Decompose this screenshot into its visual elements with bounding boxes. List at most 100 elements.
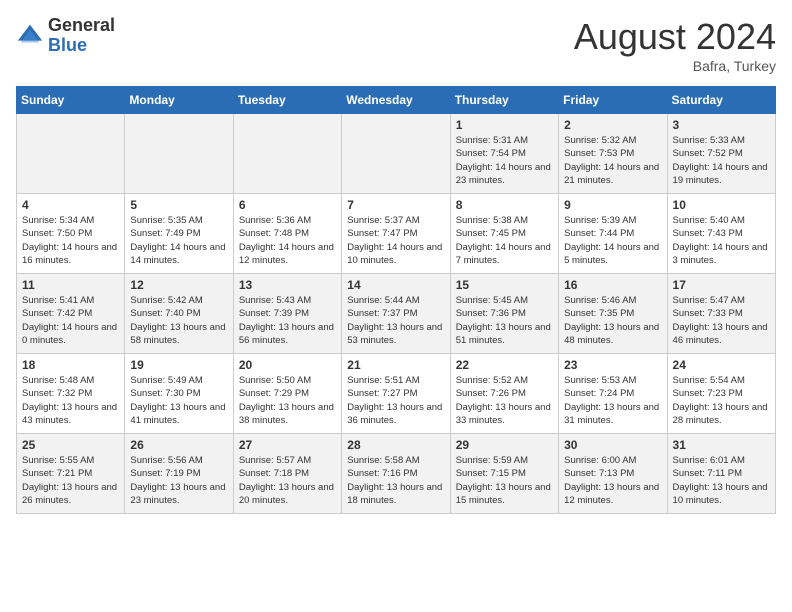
weekday-header-tuesday: Tuesday xyxy=(233,87,341,114)
day-number: 17 xyxy=(673,278,770,292)
logo-blue: Blue xyxy=(48,36,115,56)
calendar-cell: 13Sunrise: 5:43 AMSunset: 7:39 PMDayligh… xyxy=(233,274,341,354)
day-info: Sunrise: 5:58 AMSunset: 7:16 PMDaylight:… xyxy=(347,454,444,507)
week-row-3: 11 Sunrise: 5:41 AMSunset: 7:42 PMDayligh… xyxy=(17,274,776,354)
calendar-cell: 16Sunrise: 5:46 AMSunset: 7:35 PMDayligh… xyxy=(559,274,667,354)
week-row-2: 4 Sunrise: 5:34 AMSunset: 7:50 PMDaylight… xyxy=(17,194,776,274)
day-info: Sunrise: 5:49 AMSunset: 7:30 PMDaylight:… xyxy=(130,374,227,427)
day-number: 15 xyxy=(456,278,553,292)
calendar-cell: 10 Sunrise: 5:40 AMSunset: 7:43 PMDayligh… xyxy=(667,194,775,274)
calendar-cell: 18Sunrise: 5:48 AMSunset: 7:32 PMDayligh… xyxy=(17,354,125,434)
weekday-header-thursday: Thursday xyxy=(450,87,558,114)
day-info: Sunrise: 5:53 AMSunset: 7:24 PMDaylight:… xyxy=(564,374,661,427)
day-number: 28 xyxy=(347,438,444,452)
calendar-cell: 11 Sunrise: 5:41 AMSunset: 7:42 PMDayligh… xyxy=(17,274,125,354)
weekday-header-wednesday: Wednesday xyxy=(342,87,450,114)
day-info: Sunrise: 5:54 AMSunset: 7:23 PMDaylight:… xyxy=(673,374,770,427)
day-number: 4 xyxy=(22,198,119,212)
day-info: Sunrise: 5:39 AMSunset: 7:44 PMDaylight:… xyxy=(564,214,661,267)
day-number: 14 xyxy=(347,278,444,292)
calendar-cell xyxy=(342,114,450,194)
calendar-cell: 27Sunrise: 5:57 AMSunset: 7:18 PMDayligh… xyxy=(233,434,341,514)
calendar-cell: 7 Sunrise: 5:37 AMSunset: 7:47 PMDaylight… xyxy=(342,194,450,274)
day-number: 2 xyxy=(564,118,661,132)
calendar-cell: 29 Sunrise: 5:59 AMSunset: 7:15 PMDayligh… xyxy=(450,434,558,514)
calendar-cell: 6 Sunrise: 5:36 AMSunset: 7:48 PMDaylight… xyxy=(233,194,341,274)
calendar-cell: 2 Sunrise: 5:32 AMSunset: 7:53 PMDaylight… xyxy=(559,114,667,194)
week-row-4: 18Sunrise: 5:48 AMSunset: 7:32 PMDayligh… xyxy=(17,354,776,434)
day-info: Sunrise: 5:34 AMSunset: 7:50 PMDaylight:… xyxy=(22,214,119,267)
day-number: 7 xyxy=(347,198,444,212)
day-info: Sunrise: 5:36 AMSunset: 7:48 PMDaylight:… xyxy=(239,214,336,267)
calendar-cell: 8 Sunrise: 5:38 AMSunset: 7:45 PMDaylight… xyxy=(450,194,558,274)
day-number: 18 xyxy=(22,358,119,372)
calendar-cell: 25 Sunrise: 5:55 AMSunset: 7:21 PMDayligh… xyxy=(17,434,125,514)
calendar-cell: 19Sunrise: 5:49 AMSunset: 7:30 PMDayligh… xyxy=(125,354,233,434)
day-info: Sunrise: 5:31 AMSunset: 7:54 PMDaylight:… xyxy=(456,134,553,187)
title-block: August 2024 Bafra, Turkey xyxy=(574,16,776,74)
calendar-cell: 20 Sunrise: 5:50 AMSunset: 7:29 PMDayligh… xyxy=(233,354,341,434)
day-info: Sunrise: 5:41 AMSunset: 7:42 PMDaylight:… xyxy=(22,294,119,347)
day-number: 5 xyxy=(130,198,227,212)
calendar-cell: 23 Sunrise: 5:53 AMSunset: 7:24 PMDayligh… xyxy=(559,354,667,434)
week-row-1: 1 Sunrise: 5:31 AMSunset: 7:54 PMDaylight… xyxy=(17,114,776,194)
calendar-cell: 1 Sunrise: 5:31 AMSunset: 7:54 PMDaylight… xyxy=(450,114,558,194)
day-number: 23 xyxy=(564,358,661,372)
calendar-cell: 28 Sunrise: 5:58 AMSunset: 7:16 PMDayligh… xyxy=(342,434,450,514)
calendar-cell: 14 Sunrise: 5:44 AMSunset: 7:37 PMDayligh… xyxy=(342,274,450,354)
day-number: 8 xyxy=(456,198,553,212)
day-number: 11 xyxy=(22,278,119,292)
day-info: Sunrise: 5:55 AMSunset: 7:21 PMDaylight:… xyxy=(22,454,119,507)
calendar-cell: 31 Sunrise: 6:01 AMSunset: 7:11 PMDayligh… xyxy=(667,434,775,514)
day-info: Sunrise: 5:44 AMSunset: 7:37 PMDaylight:… xyxy=(347,294,444,347)
day-number: 3 xyxy=(673,118,770,132)
day-info: Sunrise: 5:59 AMSunset: 7:15 PMDaylight:… xyxy=(456,454,553,507)
calendar-cell: 4 Sunrise: 5:34 AMSunset: 7:50 PMDaylight… xyxy=(17,194,125,274)
day-number: 6 xyxy=(239,198,336,212)
day-number: 22 xyxy=(456,358,553,372)
day-info: Sunrise: 5:40 AMSunset: 7:43 PMDaylight:… xyxy=(673,214,770,267)
day-number: 1 xyxy=(456,118,553,132)
day-info: Sunrise: 5:45 AMSunset: 7:36 PMDaylight:… xyxy=(456,294,553,347)
day-number: 29 xyxy=(456,438,553,452)
day-info: Sunrise: 5:52 AMSunset: 7:26 PMDaylight:… xyxy=(456,374,553,427)
day-number: 16 xyxy=(564,278,661,292)
day-info: Sunrise: 5:50 AMSunset: 7:29 PMDaylight:… xyxy=(239,374,336,427)
day-info: Sunrise: 6:01 AMSunset: 7:11 PMDaylight:… xyxy=(673,454,770,507)
day-number: 31 xyxy=(673,438,770,452)
calendar-cell: 3Sunrise: 5:33 AMSunset: 7:52 PMDaylight… xyxy=(667,114,775,194)
location: Bafra, Turkey xyxy=(574,58,776,74)
day-number: 21 xyxy=(347,358,444,372)
day-info: Sunrise: 5:57 AMSunset: 7:18 PMDaylight:… xyxy=(239,454,336,507)
day-number: 10 xyxy=(673,198,770,212)
day-info: Sunrise: 5:43 AMSunset: 7:39 PMDaylight:… xyxy=(239,294,336,347)
day-number: 25 xyxy=(22,438,119,452)
calendar-cell: 9 Sunrise: 5:39 AMSunset: 7:44 PMDaylight… xyxy=(559,194,667,274)
weekday-header-monday: Monday xyxy=(125,87,233,114)
day-number: 26 xyxy=(130,438,227,452)
page-header: General Blue August 2024 Bafra, Turkey xyxy=(16,16,776,74)
weekday-header-friday: Friday xyxy=(559,87,667,114)
logo: General Blue xyxy=(16,16,115,56)
calendar-cell: 17Sunrise: 5:47 AMSunset: 7:33 PMDayligh… xyxy=(667,274,775,354)
logo-text: General Blue xyxy=(48,16,115,56)
day-info: Sunrise: 5:35 AMSunset: 7:49 PMDaylight:… xyxy=(130,214,227,267)
day-info: Sunrise: 5:38 AMSunset: 7:45 PMDaylight:… xyxy=(456,214,553,267)
weekday-header-row: SundayMondayTuesdayWednesdayThursdayFrid… xyxy=(17,87,776,114)
weekday-header-sunday: Sunday xyxy=(17,87,125,114)
day-info: Sunrise: 5:32 AMSunset: 7:53 PMDaylight:… xyxy=(564,134,661,187)
day-info: Sunrise: 5:37 AMSunset: 7:47 PMDaylight:… xyxy=(347,214,444,267)
day-number: 24 xyxy=(673,358,770,372)
calendar-cell: 30Sunrise: 6:00 AMSunset: 7:13 PMDayligh… xyxy=(559,434,667,514)
calendar-cell: 12Sunrise: 5:42 AMSunset: 7:40 PMDayligh… xyxy=(125,274,233,354)
day-number: 12 xyxy=(130,278,227,292)
day-info: Sunrise: 5:51 AMSunset: 7:27 PMDaylight:… xyxy=(347,374,444,427)
week-row-5: 25 Sunrise: 5:55 AMSunset: 7:21 PMDayligh… xyxy=(17,434,776,514)
day-info: Sunrise: 6:00 AMSunset: 7:13 PMDaylight:… xyxy=(564,454,661,507)
calendar-cell: 15 Sunrise: 5:45 AMSunset: 7:36 PMDayligh… xyxy=(450,274,558,354)
calendar-cell xyxy=(125,114,233,194)
day-number: 20 xyxy=(239,358,336,372)
day-number: 9 xyxy=(564,198,661,212)
calendar-cell: 22 Sunrise: 5:52 AMSunset: 7:26 PMDayligh… xyxy=(450,354,558,434)
calendar-cell: 24 Sunrise: 5:54 AMSunset: 7:23 PMDayligh… xyxy=(667,354,775,434)
